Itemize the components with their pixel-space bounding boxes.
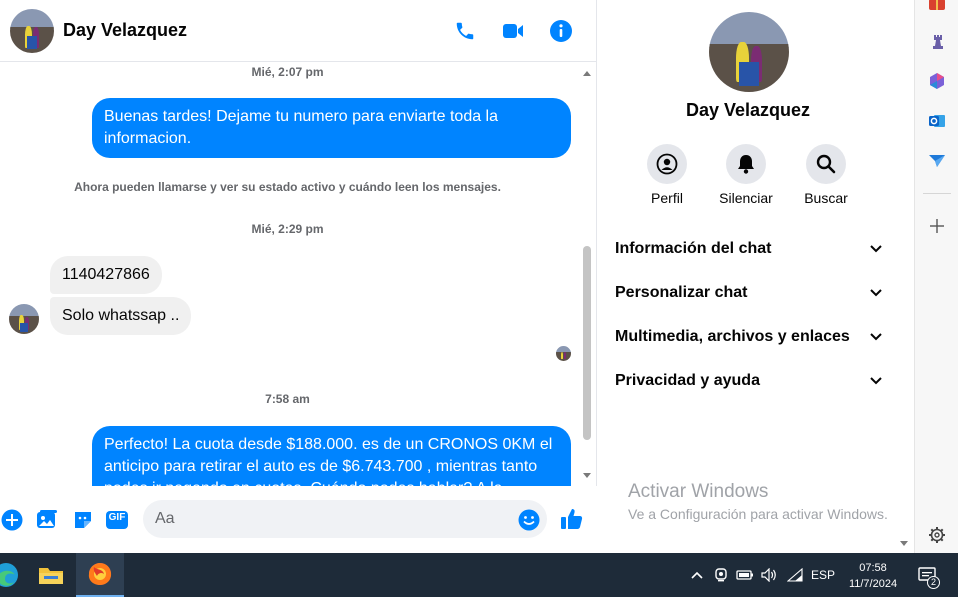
message-list[interactable]: Mié, 2:07 pm Buenas tardes! Dejame tu nu… — [0, 62, 597, 486]
add-icon[interactable] — [926, 215, 948, 237]
message-timestamp: Mié, 2:29 pm — [251, 222, 324, 236]
mute-button[interactable]: Silenciar — [710, 144, 782, 206]
message-timestamp: Mié, 2:07 pm — [251, 65, 324, 79]
sticker-icon[interactable] — [71, 508, 95, 532]
network-icon[interactable] — [785, 565, 805, 585]
battery-icon[interactable] — [735, 565, 755, 585]
outgoing-message[interactable]: Buenas tardes! Dejame tu numero para env… — [92, 98, 571, 158]
firefox-icon[interactable] — [76, 553, 124, 597]
image-icon[interactable] — [35, 508, 59, 532]
mute-label: Silenciar — [719, 190, 773, 206]
composer: GIF — [0, 486, 597, 553]
search-icon — [806, 144, 846, 184]
search-label: Buscar — [804, 190, 848, 206]
section-privacy-help[interactable]: Privacidad y ayuda — [615, 366, 883, 396]
profile-label: Perfil — [651, 190, 683, 206]
section-chat-info[interactable]: Información del chat — [615, 234, 883, 264]
sender-avatar[interactable] — [9, 304, 39, 334]
activation-watermark-subtitle: Ve a Configuración para activar Windows. — [628, 506, 888, 522]
speaker-icon[interactable] — [759, 565, 779, 585]
section-customize-chat[interactable]: Personalizar chat — [615, 278, 883, 308]
incoming-message[interactable]: 1140427866 — [50, 256, 162, 294]
clock-date: 11/7/2024 — [848, 578, 898, 590]
scroll-up-icon[interactable] — [582, 69, 592, 77]
camera-icon[interactable] — [712, 565, 730, 585]
notification-badge: 2 — [927, 576, 940, 589]
avatar[interactable] — [10, 9, 54, 53]
scroll-down-icon[interactable] — [582, 472, 592, 480]
info-icon[interactable] — [547, 17, 575, 45]
chevron-down-icon — [870, 333, 882, 341]
section-label: Información del chat — [615, 240, 772, 257]
sidebar-divider — [923, 193, 951, 194]
file-explorer-icon[interactable] — [27, 553, 75, 597]
search-button[interactable]: Buscar — [790, 144, 862, 206]
chevron-up-icon[interactable] — [688, 565, 706, 585]
like-icon[interactable] — [560, 507, 584, 531]
gif-icon[interactable]: GIF — [105, 508, 129, 532]
chat-pane: Day Velazquez Mié, 2:07 pm Buenas tardes… — [0, 0, 597, 553]
activation-watermark-title: Activar Windows — [628, 481, 769, 502]
section-label: Personalizar chat — [615, 284, 748, 301]
emoji-icon[interactable] — [517, 508, 541, 532]
scroll-thumb[interactable] — [583, 246, 591, 440]
gif-label: GIF — [108, 512, 126, 523]
clock-time: 07:58 — [859, 562, 887, 574]
taskbar: ESP 07:58 11/7/2024 2 — [0, 553, 958, 597]
chevron-down-icon — [870, 245, 882, 253]
phone-icon[interactable] — [451, 17, 479, 45]
copilot-icon[interactable] — [926, 70, 948, 92]
section-label: Privacidad y ayuda — [615, 372, 760, 389]
message-input[interactable] — [143, 500, 547, 538]
scroll-down-icon[interactable] — [899, 538, 909, 548]
screen: Day Velazquez Mié, 2:07 pm Buenas tardes… — [0, 0, 958, 597]
edge-browser-icon[interactable] — [0, 553, 30, 597]
language-indicator[interactable]: ESP — [810, 565, 836, 585]
chevron-down-icon — [870, 377, 882, 385]
outgoing-message[interactable]: Perfecto! La cuota desde $188.000. es de… — [92, 426, 571, 486]
message-scrollbar[interactable] — [581, 66, 593, 486]
profile-icon — [647, 144, 687, 184]
gift-icon[interactable] — [926, 0, 948, 14]
add-icon[interactable] — [0, 508, 24, 532]
section-media-files-links[interactable]: Multimedia, archivos y enlaces — [615, 322, 883, 352]
chat-info-panel: Day Velazquez Perfil Silenciar Buscar In… — [598, 0, 914, 553]
send-icon[interactable] — [926, 150, 948, 172]
outlook-icon[interactable] — [926, 110, 948, 132]
notification-center[interactable]: 2 — [914, 565, 940, 589]
message-timestamp: 7:58 am — [265, 392, 310, 406]
browser-sidebar — [914, 0, 958, 553]
incoming-message[interactable]: Solo whatssap .. — [50, 297, 192, 335]
profile-avatar[interactable] — [709, 12, 789, 92]
read-receipt-avatar — [556, 346, 571, 361]
gear-icon[interactable] — [926, 524, 948, 546]
video-icon[interactable] — [499, 17, 527, 45]
profile-name: Day Velazquez — [685, 100, 811, 120]
bell-icon — [726, 144, 766, 184]
profile-button[interactable]: Perfil — [631, 144, 703, 206]
section-label: Multimedia, archivos y enlaces — [615, 328, 850, 345]
system-notice: Ahora pueden llamarse y ver su estado ac… — [74, 180, 501, 194]
chat-header: Day Velazquez — [0, 0, 597, 62]
chevron-down-icon — [870, 289, 882, 297]
contact-name[interactable]: Day Velazquez — [63, 20, 187, 41]
system-clock[interactable]: 07:58 11/7/2024 — [843, 560, 903, 592]
chess-icon[interactable] — [926, 30, 948, 52]
